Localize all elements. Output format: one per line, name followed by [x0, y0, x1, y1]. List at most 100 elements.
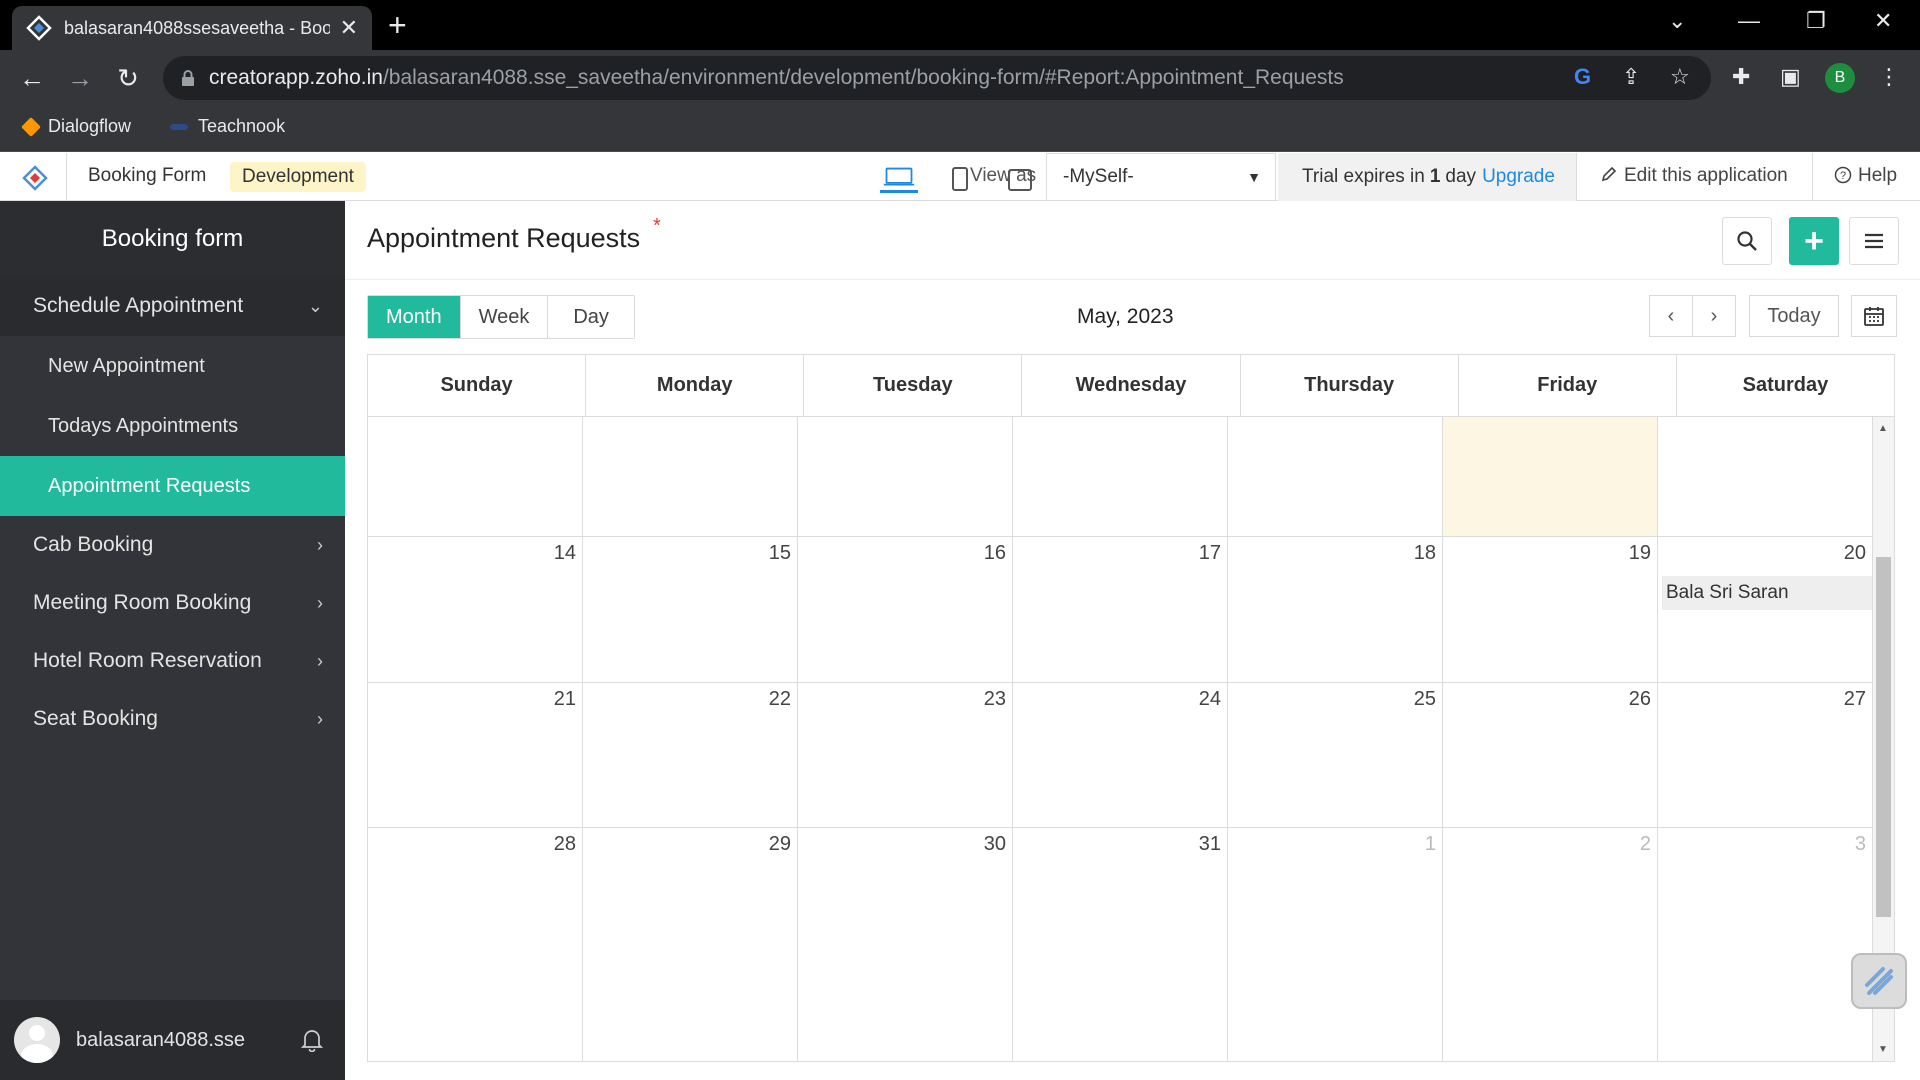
close-window-icon[interactable]: ✕: [1874, 8, 1892, 34]
add-record-button[interactable]: +: [1789, 217, 1839, 265]
close-tab-icon[interactable]: ✕: [340, 15, 358, 41]
address-bar[interactable]: creatorapp.zoho.in /balasaran4088.sse_sa…: [163, 56, 1711, 100]
calendar-day-cell[interactable]: [798, 417, 1013, 536]
calendar-day-cell[interactable]: [1658, 417, 1873, 536]
bookmark-star-icon[interactable]: ☆: [1670, 64, 1690, 90]
calendar-day-cell[interactable]: 18: [1228, 537, 1443, 682]
calendar-day-cell[interactable]: 22: [583, 683, 798, 827]
calendar-day-cell[interactable]: 28: [368, 828, 583, 1061]
calendar-day-cell[interactable]: 3: [1658, 828, 1873, 1061]
tablet-view-icon[interactable]: [1008, 169, 1032, 191]
user-profile[interactable]: balasaran4088.sse: [0, 1000, 345, 1080]
calendar-day-cell[interactable]: [1013, 417, 1228, 536]
tab-title: balasaran4088ssesaveetha - Booking Form: [64, 17, 330, 38]
sidebar-group-label: Schedule Appointment: [33, 294, 244, 317]
calendar-day-cell-today[interactable]: [1443, 417, 1658, 536]
today-button[interactable]: Today: [1749, 295, 1839, 337]
day-number: 20: [1843, 542, 1866, 564]
edit-application-button[interactable]: Edit this application: [1600, 165, 1788, 187]
sidebar-item-todays-appointments[interactable]: Todays Appointments: [0, 396, 345, 456]
calendar-day-cell[interactable]: 19: [1443, 537, 1658, 682]
minimize-icon[interactable]: —: [1738, 8, 1760, 34]
sidebar-group-hotel-room-reservation[interactable]: Hotel Room Reservation ›: [0, 632, 345, 690]
bookmark-dialogflow[interactable]: Dialogflow: [21, 116, 131, 137]
calendar-day-cell[interactable]: 25: [1228, 683, 1443, 827]
menu-button[interactable]: [1849, 217, 1899, 265]
sidebar-group-seat-booking[interactable]: Seat Booking ›: [0, 690, 345, 748]
desktop-view-icon[interactable]: [880, 165, 918, 193]
side-panel-icon[interactable]: ▣: [1780, 64, 1801, 90]
day-number: 25: [1413, 688, 1436, 710]
scroll-up-icon[interactable]: ▲: [1878, 423, 1888, 434]
calendar-day-cell[interactable]: 1: [1228, 828, 1443, 1061]
scroll-down-icon[interactable]: ▼: [1878, 1044, 1888, 1055]
view-as-select[interactable]: -MySelf- ▼: [1046, 153, 1276, 201]
tab-search-icon[interactable]: ⌄: [1668, 8, 1686, 34]
calendar-week-row: 21 22 23 24 25 26 27: [368, 683, 1873, 828]
calendar-grid: 14 15 16 17 18 19 20 Bala Sri Saran 21 2…: [368, 417, 1873, 1061]
avatar: [14, 1017, 60, 1063]
calendar-day-cell[interactable]: [583, 417, 798, 536]
search-button[interactable]: [1722, 217, 1772, 265]
help-button[interactable]: ? Help: [1834, 165, 1897, 187]
calendar-day-cell[interactable]: 2: [1443, 828, 1658, 1061]
calendar-day-cell[interactable]: 24: [1013, 683, 1228, 827]
browser-tab[interactable]: balasaran4088ssesaveetha - Booking Form …: [12, 6, 372, 50]
calendar-day-cell[interactable]: 21: [368, 683, 583, 827]
browser-toolbar: ← → ↻ creatorapp.zoho.in /balasaran4088.…: [0, 50, 1920, 106]
calendar-day-cell[interactable]: 20 Bala Sri Saran: [1658, 537, 1873, 682]
day-number: 24: [1198, 688, 1221, 710]
app-name[interactable]: Booking Form: [88, 165, 206, 187]
zoho-creator-logo-icon[interactable]: [22, 165, 48, 191]
google-icon[interactable]: G: [1574, 64, 1591, 90]
trial-days: 1: [1429, 166, 1441, 187]
restore-icon[interactable]: ❐: [1806, 8, 1826, 34]
sidebar-group-meeting-room-booking[interactable]: Meeting Room Booking ›: [0, 574, 345, 632]
weekday-tuesday: Tuesday: [804, 355, 1023, 416]
reload-icon[interactable]: ↻: [110, 60, 146, 96]
calendar-day-cell[interactable]: 14: [368, 537, 583, 682]
sidebar: Booking form Schedule Appointment ⌄ New …: [0, 201, 345, 1080]
mobile-view-icon[interactable]: [951, 167, 969, 191]
day-number: 31: [1198, 833, 1221, 855]
calendar-event[interactable]: Bala Sri Saran: [1662, 576, 1872, 610]
calendar-day-cell[interactable]: 16: [798, 537, 1013, 682]
sidebar-group-cab-booking[interactable]: Cab Booking ›: [0, 516, 345, 574]
browser-menu-icon[interactable]: ⋮: [1878, 64, 1900, 90]
scrollbar-thumb[interactable]: [1876, 557, 1891, 917]
calendar-day-cell[interactable]: 23: [798, 683, 1013, 827]
weekday-sunday: Sunday: [368, 355, 587, 416]
calendar-day-cell[interactable]: [1228, 417, 1443, 536]
sidebar-group-schedule-appointment[interactable]: Schedule Appointment ⌄: [0, 276, 345, 336]
tab-day[interactable]: Day: [548, 296, 634, 338]
bookmark-teachnook[interactable]: Teachnook: [170, 116, 285, 137]
weekday-wednesday: Wednesday: [1022, 355, 1241, 416]
previous-month-button[interactable]: ‹: [1649, 295, 1693, 337]
calendar-day-cell[interactable]: 26: [1443, 683, 1658, 827]
share-icon[interactable]: ⇪: [1622, 64, 1640, 90]
bell-icon[interactable]: [301, 1028, 323, 1052]
next-month-button[interactable]: ›: [1692, 295, 1736, 337]
sidebar-item-appointment-requests[interactable]: Appointment Requests: [0, 456, 345, 516]
tab-month[interactable]: Month: [368, 296, 461, 338]
upgrade-link[interactable]: Upgrade: [1482, 166, 1555, 188]
calendar-day-cell[interactable]: 17: [1013, 537, 1228, 682]
day-number: 17: [1198, 542, 1221, 564]
chevron-right-icon: ›: [317, 592, 323, 613]
forward-icon[interactable]: →: [62, 60, 98, 96]
chevron-right-icon: ›: [317, 708, 323, 729]
calendar-day-cell[interactable]: 30: [798, 828, 1013, 1061]
back-icon[interactable]: ←: [14, 60, 50, 96]
new-tab-icon[interactable]: +: [388, 8, 407, 42]
profile-avatar[interactable]: B: [1825, 63, 1855, 93]
extensions-icon[interactable]: ✚: [1732, 64, 1750, 90]
calendar-day-cell[interactable]: 29: [583, 828, 798, 1061]
calendar-day-cell[interactable]: 31: [1013, 828, 1228, 1061]
tab-week[interactable]: Week: [460, 296, 549, 338]
calendar-day-cell[interactable]: [368, 417, 583, 536]
calendar-day-cell[interactable]: 27: [1658, 683, 1873, 827]
sidebar-item-new-appointment[interactable]: New Appointment: [0, 336, 345, 396]
quick-action-button[interactable]: [1851, 953, 1907, 1009]
date-picker-button[interactable]: [1851, 295, 1897, 337]
calendar-day-cell[interactable]: 15: [583, 537, 798, 682]
